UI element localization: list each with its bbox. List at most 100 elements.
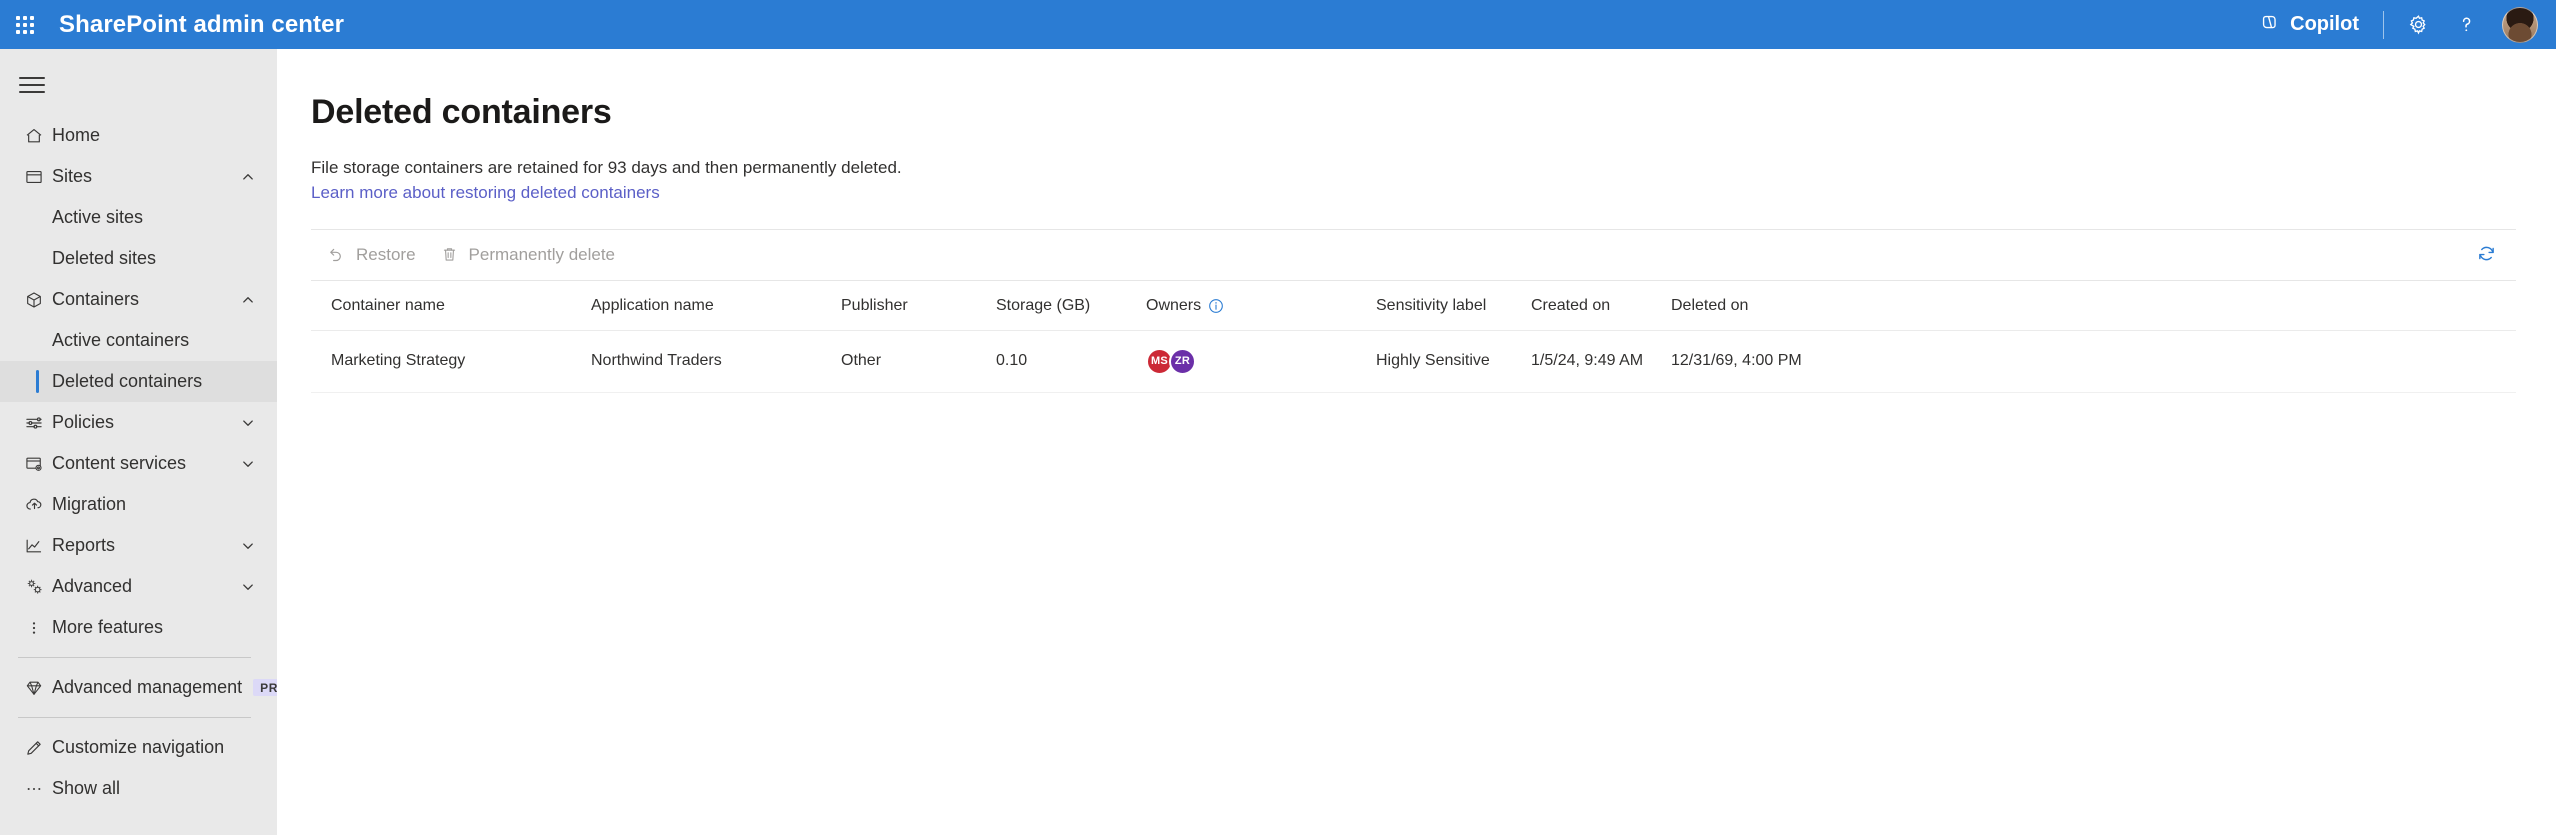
sidebar-divider (18, 657, 251, 658)
copilot-label: Copilot (2290, 13, 2359, 35)
sidebar-item-label: More features (52, 617, 164, 637)
table-header-row: Container name Application name Publishe… (311, 280, 2516, 331)
sidebar-item-label: Show all (52, 778, 121, 798)
sidebar-item-label: Sites (52, 166, 93, 186)
chevron-down-icon[interactable] (241, 416, 255, 430)
column-header-publisher[interactable]: Publisher (831, 280, 986, 331)
chevron-up-icon[interactable] (241, 170, 255, 184)
sidebar-item-show-all[interactable]: Show all (0, 768, 277, 809)
restore-button[interactable]: Restore (315, 235, 428, 275)
sidebar-item-label: Advanced management (52, 677, 243, 697)
copilot-button[interactable]: Copilot (2245, 0, 2373, 49)
copilot-icon (2259, 11, 2281, 39)
diamond-icon (24, 678, 52, 698)
sites-icon (24, 167, 52, 187)
home-icon (24, 126, 52, 146)
sidebar-item-customize-navigation[interactable]: Customize navigation (0, 727, 277, 768)
sidebar-item-deleted-sites[interactable]: Deleted sites (0, 238, 277, 279)
page-title: Deleted containers (311, 93, 612, 131)
sidebar-item-label: Home (52, 125, 101, 145)
app-launcher-icon[interactable] (0, 0, 49, 49)
cell-application-name: Northwind Traders (581, 330, 831, 393)
column-header-deleted-on[interactable]: Deleted on (1661, 280, 2516, 331)
sidebar-item-policies[interactable]: Policies (0, 402, 277, 443)
column-header-storage[interactable]: Storage (GB) (986, 280, 1136, 331)
sidebar-item-label: Containers (52, 289, 140, 309)
ellipsis-icon (24, 779, 52, 799)
sidebar-item-label: Active sites (52, 207, 144, 227)
cell-owners: MS ZR (1136, 330, 1366, 393)
permanently-delete-label: Permanently delete (468, 244, 616, 264)
sliders-icon (24, 413, 52, 433)
cell-created-on: 1/5/24, 9:49 AM (1521, 330, 1661, 393)
app-body: Home Sites Active sites Deleted sites Co… (0, 49, 2556, 835)
cell-sensitivity-label: Highly Sensitive (1366, 330, 1521, 393)
question-mark-icon[interactable] (2442, 0, 2490, 49)
suite-actions: Copilot (2245, 0, 2542, 49)
column-header-label: Container name (331, 296, 445, 314)
deleted-containers-table: Container name Application name Publishe… (311, 280, 2516, 393)
sidebar-item-containers[interactable]: Containers (0, 279, 277, 320)
chevron-down-icon[interactable] (241, 457, 255, 471)
info-icon[interactable] (1208, 298, 1224, 314)
pencil-icon (24, 738, 52, 758)
sidebar-item-label: Migration (52, 494, 127, 514)
chevron-up-icon[interactable] (241, 293, 255, 307)
main-content: Deleted containers File storage containe… (277, 49, 2556, 835)
left-navigation: Home Sites Active sites Deleted sites Co… (0, 49, 277, 835)
sidebar-item-advanced[interactable]: Advanced (0, 566, 277, 607)
command-bar: Restore Permanently delete (311, 228, 2516, 281)
sidebar-item-advanced-management[interactable]: Advanced management PRO (0, 667, 277, 708)
chevron-down-icon[interactable] (241, 539, 255, 553)
sidebar-item-label: Reports (52, 535, 116, 555)
sidebar-item-content-services[interactable]: Content services (0, 443, 277, 484)
sidebar-item-label: Deleted sites (52, 248, 157, 268)
sidebar-item-label: Content services (52, 453, 187, 473)
cloud-upload-icon (24, 494, 52, 515)
sidebar-item-deleted-containers[interactable]: Deleted containers (0, 361, 277, 402)
gear-icon[interactable] (2394, 0, 2442, 49)
column-header-label: Storage (GB) (996, 296, 1091, 314)
owner-avatar[interactable]: ZR (1169, 347, 1196, 375)
hamburger-menu-icon[interactable] (10, 63, 54, 107)
column-header-owners[interactable]: Owners (1136, 280, 1366, 331)
suite-header-bar: SharePoint admin center Copilot (0, 0, 2556, 49)
table-row[interactable]: Marketing Strategy Northwind Traders Oth… (311, 330, 2516, 393)
suite-title[interactable]: SharePoint admin center (59, 11, 344, 39)
cell-storage: 0.10 (986, 330, 1136, 393)
sidebar-item-sites[interactable]: Sites (0, 156, 277, 197)
column-header-label: Created on (1531, 296, 1611, 314)
sidebar-item-label: Customize navigation (52, 737, 225, 757)
avatar[interactable] (2502, 6, 2538, 43)
chevron-down-icon[interactable] (241, 580, 255, 594)
restore-label: Restore (356, 244, 416, 264)
sidebar-item-label: Advanced (52, 576, 133, 596)
chart-line-icon (24, 536, 52, 556)
refresh-icon (2476, 243, 2497, 267)
column-header-created-on[interactable]: Created on (1521, 280, 1661, 331)
status-badge: PRO (253, 679, 277, 696)
refresh-button[interactable] (2466, 235, 2506, 275)
container-box-icon (24, 290, 52, 310)
sidebar-item-more-features[interactable]: More features (0, 607, 277, 648)
cell-container-name: Marketing Strategy (311, 330, 581, 393)
column-header-container-name[interactable]: Container name (311, 280, 581, 331)
column-header-sensitivity-label[interactable]: Sensitivity label (1366, 280, 1521, 331)
table-header: Container name Application name Publishe… (311, 280, 2516, 331)
permanently-delete-button[interactable]: Permanently delete (428, 235, 627, 275)
more-vertical-icon (24, 618, 52, 638)
sidebar-item-home[interactable]: Home (0, 115, 277, 156)
sidebar-item-label: Policies (52, 412, 115, 432)
header-divider (2383, 10, 2384, 39)
trash-icon (440, 245, 459, 264)
sidebar-item-label: Deleted containers (52, 371, 203, 391)
sidebar-item-active-sites[interactable]: Active sites (0, 197, 277, 238)
column-header-label: Deleted on (1671, 296, 1749, 314)
sidebar-item-active-containers[interactable]: Active containers (0, 320, 277, 361)
content-services-icon (24, 454, 52, 474)
sidebar-item-migration[interactable]: Migration (0, 484, 277, 525)
learn-more-link[interactable]: Learn more about restoring deleted conta… (311, 183, 660, 203)
column-header-label: Sensitivity label (1376, 296, 1487, 314)
sidebar-item-reports[interactable]: Reports (0, 525, 277, 566)
column-header-application-name[interactable]: Application name (581, 280, 831, 331)
